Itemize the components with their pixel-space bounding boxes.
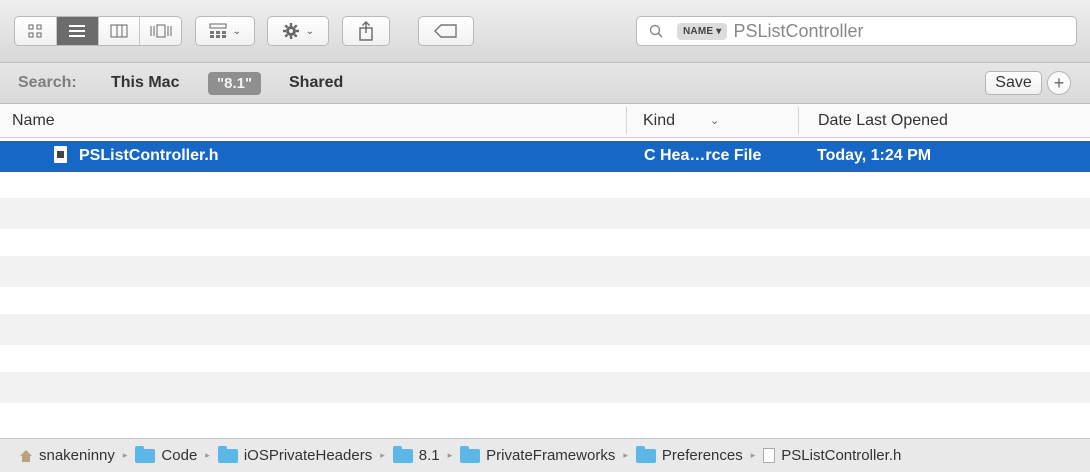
file-name: PSListController.h: [79, 147, 219, 164]
folder-icon: [135, 445, 156, 463]
save-search-button[interactable]: Save: [985, 71, 1042, 95]
search-scope-bar: Search: This Mac "8.1" Shared Save +: [0, 63, 1090, 104]
path-bar: snakeninny ▸ Code ▸ iOSPrivateHeaders ▸ …: [0, 438, 1090, 472]
path-separator-icon: ▸: [205, 450, 210, 460]
column-view-icon: [110, 24, 128, 38]
path-item-label: snakeninny: [39, 447, 115, 464]
search-token-chevron: ▾: [716, 25, 722, 37]
toolbar: ⌄ ⌄ NAME ▾ PSListController: [0, 0, 1090, 63]
search-token-name[interactable]: NAME ▾: [677, 22, 728, 40]
home-icon: [20, 449, 32, 462]
empty-row: [0, 372, 1090, 403]
list-view-icon: [69, 25, 86, 37]
add-criteria-button[interactable]: +: [1047, 71, 1071, 95]
path-item-code[interactable]: Code: [135, 445, 198, 464]
column-divider[interactable]: [626, 107, 627, 134]
path-item-label: Preferences: [661, 447, 743, 464]
path-item-label: PrivateFrameworks: [486, 447, 616, 464]
search-token-label: NAME: [683, 25, 714, 37]
path-separator-icon: ▸: [380, 450, 385, 460]
tag-icon: [434, 24, 457, 38]
path-separator-icon: ▸: [122, 450, 128, 460]
grid-arrange-icon: [209, 23, 227, 38]
path-item-8-1[interactable]: 8.1: [392, 445, 440, 464]
column-date-last-opened[interactable]: Date Last Opened: [818, 112, 948, 130]
path-item-preferences[interactable]: Preferences: [635, 445, 743, 464]
column-view-button[interactable]: [99, 17, 141, 45]
path-item-label: iOSPrivateHeaders: [243, 447, 373, 464]
list-view-button[interactable]: [56, 17, 99, 45]
scope-folder-8-1[interactable]: "8.1": [208, 72, 262, 95]
coverflow-view-icon: [150, 24, 172, 38]
folder-icon: [392, 445, 413, 463]
gear-icon: [282, 23, 299, 39]
action-button[interactable]: ⌄: [267, 16, 329, 46]
path-item-home[interactable]: snakeninny: [0, 447, 115, 464]
search-scope-label: Search:: [18, 74, 77, 91]
scope-shared[interactable]: Shared: [289, 74, 343, 92]
scope-this-mac[interactable]: This Mac: [111, 74, 179, 92]
coverflow-view-button[interactable]: [140, 17, 181, 45]
column-kind[interactable]: Kind: [643, 112, 675, 130]
empty-row: [0, 314, 1090, 345]
folder-icon: [635, 445, 656, 463]
search-field[interactable]: NAME ▾ PSListController: [636, 16, 1077, 46]
path-separator-icon: ▸: [623, 450, 628, 460]
path-item-iosprivateheaders[interactable]: iOSPrivateHeaders: [217, 445, 373, 464]
path-item-label: 8.1: [418, 447, 440, 464]
empty-row: [0, 198, 1090, 229]
path-item-file[interactable]: PSListController.h: [763, 447, 901, 464]
column-divider[interactable]: [798, 107, 799, 134]
icon-view-button[interactable]: [15, 17, 57, 45]
search-icon: [649, 24, 663, 38]
file-list: PSListController.h C Hea…rce File Today,…: [0, 138, 1090, 438]
path-item-privateframeworks[interactable]: PrivateFrameworks: [460, 445, 616, 464]
header-file-icon: [54, 146, 67, 163]
tag-button[interactable]: [418, 16, 474, 46]
share-button[interactable]: [342, 16, 390, 46]
column-name[interactable]: Name: [12, 112, 55, 130]
arrange-button[interactable]: ⌄: [195, 16, 255, 46]
share-icon: [359, 21, 373, 41]
empty-row: [0, 256, 1090, 287]
path-item-label: PSListController.h: [781, 447, 902, 464]
file-row-pslistcontroller[interactable]: PSListController.h C Hea…rce File Today,…: [0, 141, 1090, 172]
chevron-down-icon: ⌄: [305, 25, 315, 37]
file-kind: C Hea…rce File: [644, 147, 762, 164]
sort-chevron-icon[interactable]: ⌄: [710, 114, 719, 127]
column-header: Name ⌄ Kind Date Last Opened: [0, 104, 1090, 138]
path-separator-icon: ▸: [750, 450, 756, 460]
header-file-icon: [763, 448, 776, 463]
icon-view-icon: [28, 24, 42, 38]
folder-icon: [460, 445, 481, 463]
file-date: Today, 1:24 PM: [817, 147, 932, 164]
path-separator-icon: ▸: [447, 450, 453, 460]
path-item-label: Code: [161, 447, 198, 464]
chevron-down-icon: ⌄: [232, 25, 242, 37]
folder-icon: [217, 445, 238, 463]
search-query[interactable]: PSListController: [733, 21, 863, 42]
view-mode-segmented-control[interactable]: [14, 16, 182, 46]
